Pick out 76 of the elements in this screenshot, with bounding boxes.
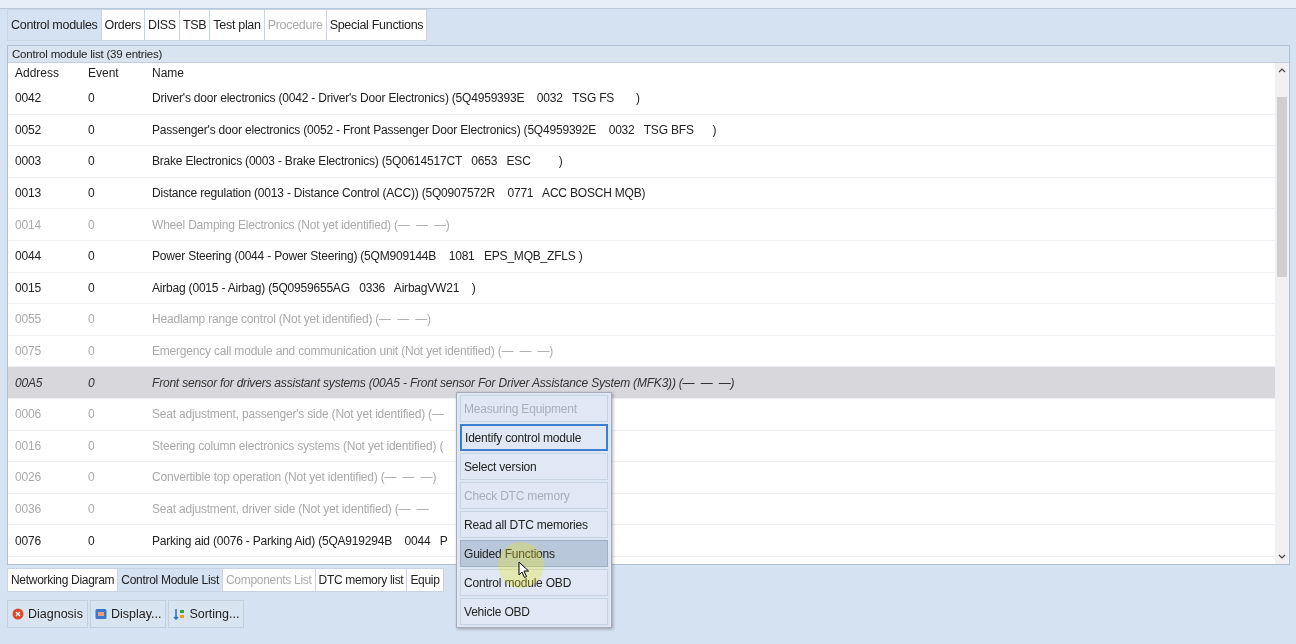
table-cell: Parking aid (0076 - Parking Aid) (5QA919294B 0044 P (152, 533, 448, 548)
menu-item[interactable]: Guided Functions (460, 540, 608, 567)
table-cell: Power Steering (0044 - Power Steering) (5QM909144B 1081 EPS_MQB_ZFLS ) (152, 249, 583, 264)
table-cell-text: 00A5 (14, 375, 44, 390)
menu-item[interactable]: Vehicle OBD (460, 598, 608, 625)
toolbar-button[interactable]: Display... (89, 600, 167, 628)
tab[interactable]: Control Module List (118, 568, 223, 592)
column-header[interactable]: Name (152, 66, 184, 80)
column-header[interactable]: Event (88, 66, 152, 80)
table-cell-text: 0 (88, 217, 96, 232)
menu-item[interactable]: Control module OBD (460, 569, 608, 596)
column-header[interactable]: Address (8, 66, 88, 80)
menu-item[interactable]: Read all DTC memories (460, 511, 608, 538)
table-cell: Distance regulation (0013 - Distance Control (ACC)) (5Q0907572R 0771 ACC BOSCH MQB) (152, 186, 646, 201)
table-cell-text: 0 (88, 407, 96, 422)
table-cell-text: 0075 (14, 344, 42, 359)
scrollbar[interactable] (1275, 63, 1289, 564)
table-cell-text: 0 (88, 91, 96, 106)
table-cell-text: 0 (88, 154, 96, 169)
table-cell-text: 0042 (14, 91, 42, 106)
table-cell: Front sensor for drivers assistant systems (00A5 - Front sensor For Driver Assistance System (MFK3)) (— — —) (152, 375, 735, 390)
table-cell-text: 0 (88, 122, 96, 137)
tab[interactable]: Networking Diagram (7, 568, 119, 592)
table-cell-text: 0076 (14, 533, 42, 548)
menu-item[interactable]: Identify control module (460, 424, 608, 451)
table-cell-text: 0006 (14, 407, 42, 422)
table-cell-text: 0 (88, 312, 96, 327)
table-cell: Wheel Damping Electronics (Not yet identified) (— — —) (152, 217, 450, 232)
menu-item[interactable]: Select version (460, 453, 608, 480)
pointer-icon (518, 561, 530, 579)
tab[interactable]: Control modules (7, 9, 102, 41)
table-cell-text: 0052 (14, 122, 42, 137)
table-cell: Airbag (0015 - Airbag) (5Q0959655AG 0336 AirbagVW21 ) (152, 280, 476, 295)
toolbar-button[interactable]: Sorting... (168, 600, 245, 628)
stop-icon (12, 608, 24, 620)
tab[interactable]: DTC memory list (315, 568, 408, 592)
table-cell-text: 0 (88, 375, 96, 390)
table-cell-text: 0 (88, 280, 96, 295)
table-cell-text: 0026 (14, 470, 42, 485)
table-cell: Seat adjustment, passenger's side (Not yet identified) (— (152, 407, 444, 422)
tab[interactable]: TSB (179, 9, 211, 41)
table-cell: Convertible top operation (Not yet identified) (— — —) (152, 470, 437, 485)
tab[interactable]: Test plan (210, 9, 265, 41)
table-cell-text: 0 (88, 502, 96, 516)
table-cell-text: 0003 (14, 154, 42, 169)
table-cell: Driver's door electronics (0042 - Driver's Door Electronics) (5Q4959393E 0032 TSG FS ) (152, 91, 640, 106)
table-cell: Brake Electronics (0003 - Brake Electronics) (5Q0614517CT 0653 ESC ) (152, 154, 563, 169)
tab[interactable]: Special Functions (326, 9, 428, 41)
table-cell-text: 0 (88, 249, 96, 264)
table-cell-text: 0016 (14, 438, 42, 453)
tab[interactable]: Equip (407, 568, 444, 592)
table-cell-text: 0036 (14, 502, 42, 516)
table-cell-text: 0014 (14, 217, 42, 232)
table-cell-text: 0 (88, 344, 96, 359)
panel-title: Control module list (39 entries) (8, 46, 1289, 63)
window-icon (94, 608, 107, 620)
toolbar-button[interactable]: Diagnosis (7, 600, 88, 628)
table-cell-text: 0015 (14, 280, 42, 295)
table-cell: Headlamp range control (Not yet identified) (— — —) (152, 312, 431, 327)
table-cell: Seat adjustment, driver side (Not yet identified) (— — (152, 502, 429, 516)
table-cell: Emergency call module and communication unit (Not yet identified) (— — —) (152, 344, 554, 359)
table-cell: Steering column electronics systems (Not yet identified) ( (152, 438, 444, 453)
table-cell-text: 0055 (14, 312, 42, 327)
table-cell-text: 0044 (14, 249, 42, 264)
table-cell-text: 0 (88, 533, 96, 548)
table-cell-text: 0 (88, 186, 96, 201)
scroll-down-icon[interactable] (1278, 554, 1286, 560)
scroll-up-icon[interactable] (1278, 67, 1286, 73)
table-cell-text: 0013 (14, 186, 42, 201)
tab[interactable]: Orders (101, 9, 145, 41)
table-cell-text: 0 (88, 470, 96, 485)
table-cell-text: 0 (88, 438, 96, 453)
table-cell: Passenger's door electronics (0052 - Front Passenger Door Electronics) (5Q4959392E 0032 TSG BFS ) (152, 122, 717, 137)
sort-icon (173, 608, 186, 620)
scrollbar-thumb[interactable] (1277, 97, 1287, 277)
tab[interactable]: DISS (144, 9, 180, 41)
